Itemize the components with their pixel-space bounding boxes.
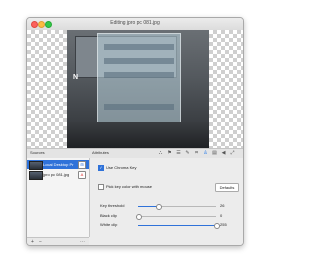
sliders-icon[interactable]: ☰	[175, 150, 182, 157]
use-chroma-key-option[interactable]: ✓ Use Chroma Key	[98, 165, 136, 171]
overlay-strip	[104, 104, 174, 110]
key-threshold-slider[interactable]	[138, 203, 216, 210]
source-item[interactable]: jpro pc 081.jpg A	[27, 170, 89, 180]
source-item[interactable]: Local Desktop Pr ⊞	[27, 160, 89, 170]
use-chroma-key-checkbox[interactable]: ✓	[98, 165, 104, 171]
param-value: 26	[220, 203, 225, 208]
use-chroma-key-label: Use Chroma Key	[106, 165, 137, 171]
source-settings-button[interactable]: ⊞	[78, 161, 86, 169]
attributes-panel: ✓ Use Chroma Key Pick key color with mous…	[90, 158, 243, 245]
flag-icon[interactable]: ⚑	[166, 150, 173, 157]
sitemap-icon[interactable]: ⛬	[157, 150, 164, 157]
add-source-button[interactable]: +	[29, 238, 36, 245]
key-threshold-row: Key threshold 26	[98, 203, 240, 210]
white-clip-slider[interactable]	[138, 222, 220, 229]
source-item-label: Local Desktop Pr	[43, 162, 74, 167]
param-value: 255	[220, 222, 227, 227]
image-wordmark: N	[73, 74, 80, 81]
remove-source-button[interactable]: −	[37, 238, 44, 245]
crop-icon[interactable]: ⌗	[193, 150, 200, 157]
defaults-button[interactable]: Defaults	[215, 183, 239, 192]
black-clip-slider[interactable]	[136, 213, 216, 220]
source-text-button[interactable]: A	[78, 171, 86, 179]
pick-key-color-label: Pick key color with mouse	[106, 184, 153, 190]
overlay-strip	[104, 72, 174, 78]
pick-key-color-option[interactable]: Pick key color with mouse	[98, 184, 152, 190]
sources-bottom-bar: + − ⋯	[27, 237, 89, 245]
image-desk-area	[67, 122, 209, 148]
source-thumbnail	[29, 171, 43, 180]
source-thumbnail	[29, 161, 43, 170]
white-clip-row: White clip 255	[98, 222, 240, 229]
param-value: 0	[220, 213, 223, 218]
transparency-checker-right	[209, 30, 243, 148]
param-label: Key threshold	[100, 203, 125, 208]
slider-thumb[interactable]	[156, 203, 163, 210]
overlay-strip	[104, 44, 174, 50]
app-window: Editing jpro pc 081.jpg N Sources Attrib…	[26, 17, 244, 246]
source-image: N	[67, 30, 209, 148]
arrows-icon[interactable]: ⤢	[229, 150, 236, 157]
param-label: White clip	[100, 222, 118, 227]
person-icon[interactable]: ♙	[202, 150, 209, 157]
param-label: Black clip	[100, 213, 117, 218]
overlay-strip	[104, 58, 174, 64]
preview-canvas[interactable]: N	[27, 30, 243, 148]
slider-fill	[138, 224, 216, 226]
sources-sidebar: Local Desktop Pr ⊞ jpro pc 081.jpg A	[27, 158, 90, 237]
slider-thumb[interactable]	[136, 213, 142, 220]
more-options-button[interactable]: ⋯	[79, 238, 86, 245]
layers-icon[interactable]: ▤	[211, 150, 218, 157]
source-item-label: jpro pc 081.jpg	[43, 172, 70, 177]
brush-icon[interactable]: ✎	[184, 150, 191, 157]
black-clip-row: Black clip 0	[98, 213, 240, 220]
sources-header: Sources	[30, 150, 45, 155]
attributes-header: Attributes	[92, 150, 109, 155]
pick-key-color-checkbox[interactable]	[98, 184, 104, 190]
transparency-checker-left	[27, 30, 67, 148]
speaker-icon[interactable]: ◀	[220, 150, 227, 157]
window-title: Editing jpro pc 081.jpg	[110, 20, 160, 26]
slider-fill	[138, 205, 159, 207]
